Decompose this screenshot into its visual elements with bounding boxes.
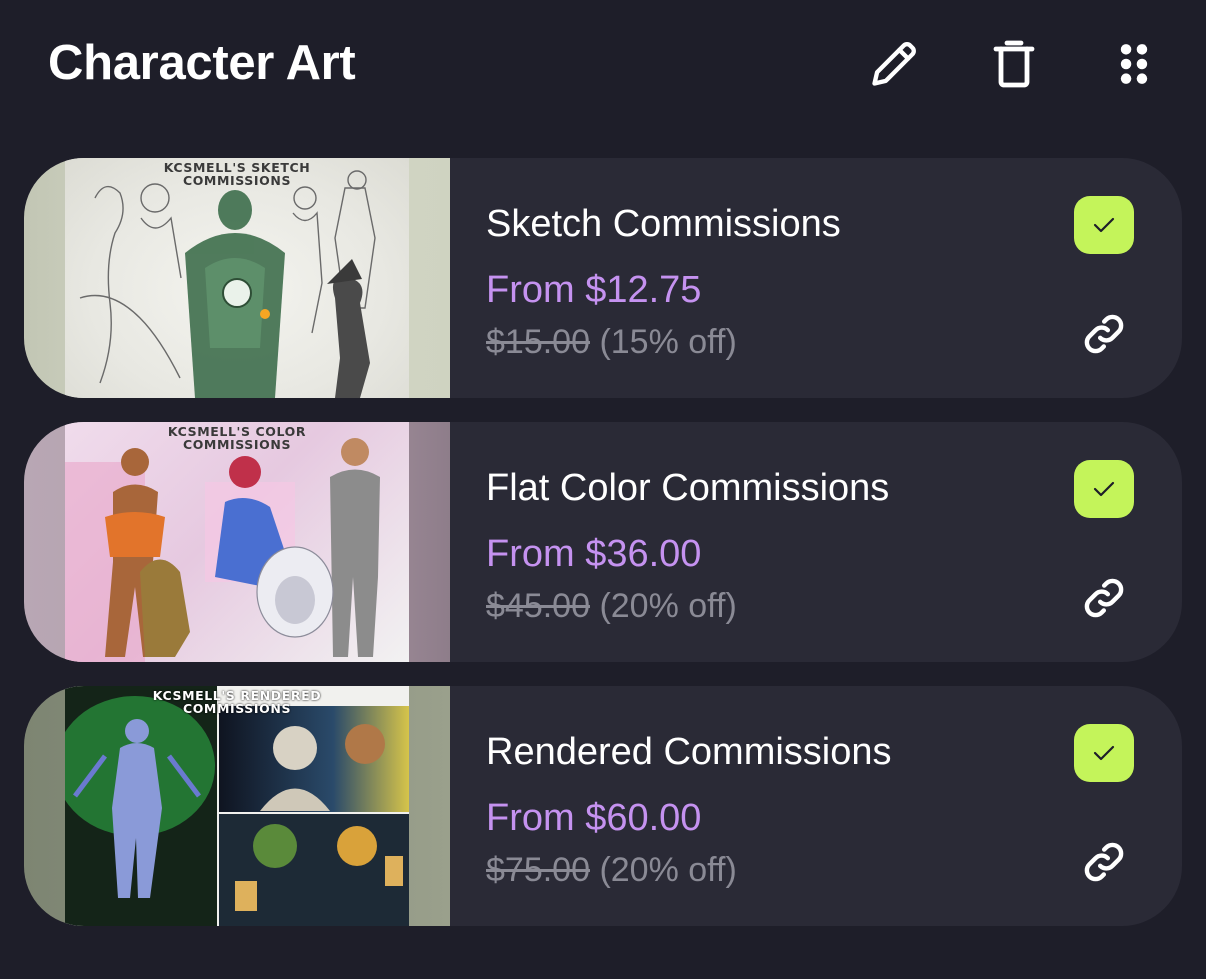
product-price: From $60.00 xyxy=(486,797,702,839)
checkmark-icon xyxy=(1093,481,1115,497)
product-thumbnail: KCSMELL'S RENDERED COMMISSIONS xyxy=(24,686,450,926)
product-name: Rendered Commissions xyxy=(486,731,892,773)
link-icon xyxy=(1084,578,1124,618)
reorder-handle[interactable] xyxy=(1104,34,1164,94)
discount-label: (15% off) xyxy=(599,323,737,361)
header: Character Art xyxy=(0,0,1206,128)
product-name: Sketch Commissions xyxy=(486,203,841,245)
sketch-artwork xyxy=(79,170,376,398)
delete-button[interactable] xyxy=(984,34,1044,94)
original-price: $15.00 xyxy=(486,323,590,361)
edit-button[interactable] xyxy=(864,34,924,94)
product-price: From $36.00 xyxy=(486,533,702,575)
copy-link-button[interactable] xyxy=(1078,308,1130,360)
select-checkbox[interactable] xyxy=(1074,196,1134,254)
link-icon xyxy=(1084,842,1124,882)
original-price: $75.00 xyxy=(486,851,590,889)
pencil-icon xyxy=(872,42,916,86)
original-price-row: $75.00 (20% off) xyxy=(486,848,737,892)
product-card-sketch[interactable]: KCSMELL'S SKETCH COMMISSIONS Sketch Comm… xyxy=(24,158,1182,398)
discount-label: (20% off) xyxy=(599,587,737,625)
checkmark-icon xyxy=(1093,217,1115,233)
discount-label: (20% off) xyxy=(599,851,737,889)
select-checkbox[interactable] xyxy=(1074,460,1134,518)
product-card-rendered[interactable]: KCSMELL'S RENDERED COMMISSIONS Rendered … xyxy=(24,686,1182,926)
checkmark-icon xyxy=(1093,745,1115,761)
original-price: $45.00 xyxy=(486,587,590,625)
copy-link-button[interactable] xyxy=(1078,836,1130,888)
link-icon xyxy=(1084,314,1124,354)
thumbnail-title: KCSMELL'S SKETCH COMMISSIONS xyxy=(163,160,311,188)
flat-color-artwork xyxy=(65,438,380,662)
thumbnail-title: KCSMELL'S RENDERED COMMISSIONS xyxy=(152,688,322,716)
original-price-row: $15.00 (15% off) xyxy=(486,320,737,364)
rendered-artwork xyxy=(65,686,409,926)
thumbnail-title: KCSMELL'S COLOR COMMISSIONS xyxy=(167,424,307,452)
product-thumbnail: KCSMELL'S SKETCH COMMISSIONS xyxy=(24,158,450,398)
page-title: Character Art xyxy=(48,36,356,90)
product-price: From $12.75 xyxy=(486,269,702,311)
copy-link-button[interactable] xyxy=(1078,572,1130,624)
original-price-row: $45.00 (20% off) xyxy=(486,584,737,628)
select-checkbox[interactable] xyxy=(1074,724,1134,782)
product-name: Flat Color Commissions xyxy=(486,467,890,509)
product-card-flat-color[interactable]: KCSMELL'S COLOR COMMISSIONS Flat Color C… xyxy=(24,422,1182,662)
product-thumbnail: KCSMELL'S COLOR COMMISSIONS xyxy=(24,422,450,662)
trash-icon xyxy=(993,40,1035,88)
drag-handle-icon xyxy=(1120,44,1148,84)
